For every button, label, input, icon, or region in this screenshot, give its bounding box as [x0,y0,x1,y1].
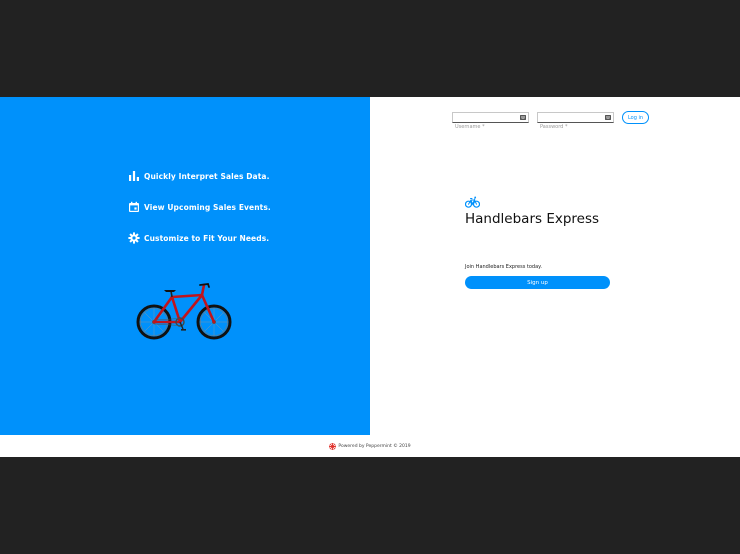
signup-prompt: Join Handlebars Express today. [465,264,543,270]
login-button[interactable]: Log in [622,111,649,124]
letterbox-bottom [0,457,740,554]
auth-panel: Log in Handlebars Express Join Handlebar… [370,97,740,435]
peppermint-logo-icon [329,442,337,450]
signup-button[interactable]: Sign up [465,276,610,289]
bicycle-illustration [136,283,232,340]
footer: Powered by Peppermint © 2019 [0,435,740,457]
landing-page: Quickly Interpret Sales Data. View Upcom… [0,97,740,457]
bicycle-icon [465,196,480,208]
username-field[interactable] [452,112,529,132]
feature-item-sales-events: View Upcoming Sales Events. [128,199,271,215]
feature-panel: Quickly Interpret Sales Data. View Upcom… [0,97,370,435]
keyboard-icon [605,115,611,120]
feature-label: Customize to Fit Your Needs. [144,233,270,243]
feature-label: View Upcoming Sales Events. [144,202,271,212]
keyboard-icon [520,115,526,120]
calendar-icon [129,201,139,212]
password-input[interactable] [538,122,600,132]
feature-label: Quickly Interpret Sales Data. [144,171,270,181]
feature-item-sales-data: Quickly Interpret Sales Data. [128,168,270,184]
brand-title: Handlebars Express [465,211,600,227]
feature-item-customize: Customize to Fit Your Needs. [128,230,269,246]
password-field[interactable] [537,112,614,132]
login-bar: Log in [452,111,649,132]
username-input[interactable] [453,122,515,132]
letterbox-top [0,0,740,97]
bar-chart-icon [129,171,139,181]
footer-text: Powered by Peppermint © 2019 [338,443,411,449]
gear-icon [128,232,140,244]
